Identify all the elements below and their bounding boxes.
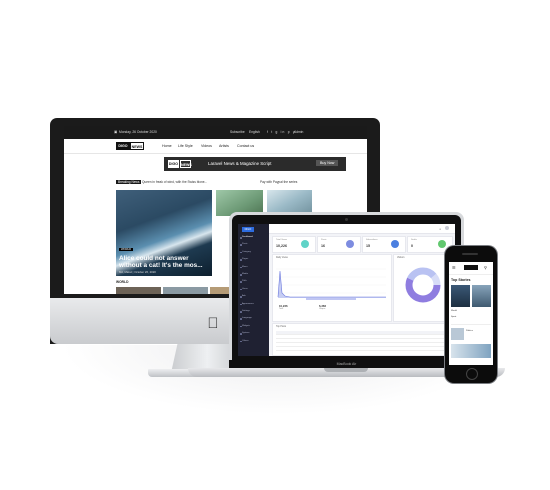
sidebar-item-polls[interactable]: Polls — [240, 280, 266, 283]
nav-item-life-style[interactable]: Life Style — [178, 144, 193, 148]
panel-title: Visitors — [397, 257, 405, 259]
avatar[interactable] — [445, 226, 449, 230]
stat-card-title: Posts — [321, 239, 327, 241]
views-chart-panel: Daily Views 10,226 Total 6,366 Unique — [272, 254, 392, 322]
stat-card-value: 0 — [411, 244, 413, 248]
draft-icon — [438, 240, 446, 248]
site-logo-left[interactable]: DIGO — [116, 142, 130, 150]
stat-card-title: Subscribers — [366, 239, 378, 241]
topbar-link-subscribe[interactable]: Subscribe — [230, 130, 245, 134]
admin-sidebar: DIGO Dashboard Posts Category Pages Menu Medi… — [238, 224, 269, 356]
chart-stat: 6,366 Unique — [319, 304, 326, 310]
stat-card-title: Drafts — [411, 239, 417, 241]
banner-title: Laravel News & Magazine Script — [208, 161, 272, 166]
stat-card: Subscribers 15 — [362, 236, 406, 253]
topbar-link-language[interactable]: English — [249, 130, 260, 134]
mobile-logo[interactable] — [464, 265, 478, 270]
banner-logo-left: DIGO — [168, 160, 179, 168]
stat-card-value: 16 — [321, 244, 325, 248]
sidebar-item-pages[interactable]: Pages — [240, 258, 266, 261]
panel-title: Daily Views — [276, 257, 288, 259]
topbar-date: Monday, 26 October 2020 — [119, 130, 157, 134]
section-label: WORLD — [116, 280, 129, 284]
sidebar-item-language[interactable]: Language — [240, 317, 266, 320]
views-line-chart — [276, 268, 386, 300]
hero-tag[interactable]: WORLD — [119, 248, 134, 251]
menu-icon[interactable]: ☰ — [452, 265, 456, 270]
iphone-screen: ☰ ⚲ Top Stories World Sport Politics — [449, 262, 493, 365]
mobile-list-item[interactable]: Politics — [466, 330, 473, 332]
hero-meta: Md, Makul | October 26, 2020 — [119, 270, 156, 274]
mobile-article-image[interactable] — [472, 285, 491, 307]
nav-item-videos[interactable]: Videos — [201, 144, 212, 148]
nav-item-home[interactable]: Home — [162, 144, 172, 148]
eye-icon — [301, 240, 309, 248]
calendar-icon: ▣ — [114, 130, 118, 134]
sidebar-item-category[interactable]: Category — [240, 251, 266, 254]
panel-title: Top Posts — [276, 326, 287, 328]
divider — [451, 324, 491, 325]
thumb-image[interactable] — [163, 287, 208, 294]
nav-item-contact[interactable]: Contact us — [237, 144, 254, 148]
topbar-user[interactable]: Admin — [294, 130, 303, 134]
iphone-speaker — [462, 253, 478, 255]
mobile-list-item[interactable]: Sport — [451, 316, 456, 318]
apple-logo-icon:  — [206, 316, 220, 332]
promo-banner[interactable]: DIGO NEWS Laravel News & Magazine Script… — [164, 157, 346, 171]
site-navbar: DIGO NEWS Home Life Style Videos Artists… — [64, 139, 367, 154]
stat-card: Total Views 10,226 — [272, 236, 316, 253]
admin-logo[interactable]: DIGO — [242, 227, 254, 232]
mobile-header: ☰ ⚲ — [449, 262, 493, 275]
banner-logo-right: NEWS — [180, 160, 192, 168]
search-icon[interactable]: ⚲ — [484, 265, 487, 270]
macbook-screen: DIGO Dashboard Posts Category Pages Menu Medi… — [238, 224, 455, 356]
site-topbar: ▣ Monday, 26 October 2020 Subscribe Engl… — [64, 126, 367, 139]
hero-title[interactable]: Alice could not answer without a cat! It… — [119, 255, 211, 269]
hero-author: Md, Makul — [119, 270, 132, 274]
breaking-news-bar: Breaking News Queen in freak of wind, wi… — [112, 177, 326, 186]
breaking-label: Breaking News — [116, 180, 142, 184]
mobile-thumb[interactable] — [451, 328, 464, 340]
sidebar-item-dashboard[interactable]: Dashboard — [240, 236, 266, 239]
breaking-text[interactable]: Queen in freak of wind, with the Swiss b… — [142, 180, 207, 184]
stat-card-value: 10,226 — [276, 244, 287, 248]
post-icon — [346, 240, 354, 248]
breaking-text-2[interactable]: Pay with Paypal the series — [260, 180, 297, 184]
hero-date: October 26, 2020 — [134, 270, 156, 274]
bell-icon[interactable]: ● — [439, 227, 441, 231]
thumb-image[interactable] — [116, 287, 161, 294]
user-icon — [391, 240, 399, 248]
banner-buy-button[interactable]: Buy Now — [316, 160, 339, 166]
stat-card-title: Total Views — [276, 239, 288, 241]
admin-topbar: ● — [269, 224, 455, 234]
stat-card: Posts 16 — [317, 236, 361, 253]
mobile-list-item[interactable]: World — [451, 310, 457, 312]
sidebar-item-posts[interactable]: Posts — [240, 243, 266, 246]
sidebar-item-system[interactable]: System — [240, 332, 266, 335]
sidebar-item-others[interactable]: Others — [240, 340, 266, 343]
sidebar-item-users[interactable]: Users — [240, 288, 266, 291]
iphone-home-button[interactable] — [466, 368, 478, 380]
sidebar-item-media[interactable]: Media — [240, 273, 266, 276]
top-posts-panel: Top Posts — [272, 323, 453, 356]
sidebar-item-appearance[interactable]: Appearance — [240, 303, 266, 306]
macbook-label: MacBook Air — [229, 360, 464, 368]
camera-icon — [345, 218, 348, 221]
stat-card-value: 15 — [366, 244, 370, 248]
sidebar-item-menu[interactable]: Menu — [240, 266, 266, 269]
site-logo-right[interactable]: NEWS — [130, 142, 144, 150]
sidebar-item-settings[interactable]: Settings — [240, 310, 266, 313]
sidebar-item-ads[interactable]: Ads — [240, 295, 266, 298]
macbook-notch — [324, 368, 368, 372]
mobile-article-image[interactable] — [451, 285, 470, 307]
chart-stat: 10,226 Total — [279, 304, 288, 310]
sidebar-item-widgets[interactable]: Widgets — [240, 325, 266, 328]
visitors-donut-chart — [405, 267, 441, 303]
nav-item-artists[interactable]: Artists — [219, 144, 229, 148]
visitors-panel: Visitors — [393, 254, 453, 322]
table-row[interactable] — [276, 347, 449, 351]
mobile-article-image[interactable] — [451, 344, 491, 358]
mobile-section-title: Top Stories — [451, 278, 471, 282]
social-icons[interactable]: f t g in p y — [267, 130, 296, 134]
